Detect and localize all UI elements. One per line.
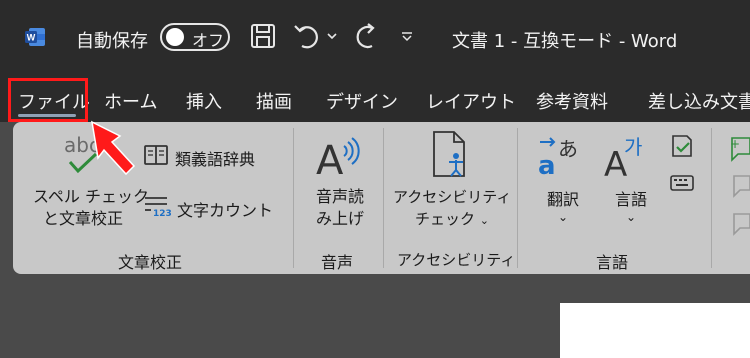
comment-icons: + [730, 137, 750, 236]
tab-references[interactable]: 参考資料 [536, 88, 608, 114]
translate-button[interactable]: 翻訳 ⌄ [540, 186, 586, 224]
svg-text:A: A [316, 138, 344, 180]
redo-icon[interactable] [352, 22, 382, 52]
svg-text:a: a [538, 151, 556, 180]
accessibility-group-label: アクセシビリティ [397, 251, 516, 269]
accessibility-label-2-row: チェック ⌄ [393, 208, 511, 232]
chevron-down-icon: ⌄ [479, 214, 489, 227]
svg-text:123: 123 [153, 209, 171, 218]
chevron-down-icon: ⌄ [625, 210, 637, 224]
svg-text:가: 가 [624, 135, 642, 159]
proofing-group-label: 文章校正 [118, 253, 183, 272]
tab-layout[interactable]: レイアウト [426, 88, 516, 114]
save-icon[interactable] [250, 22, 276, 50]
document-title: 文書 1 - 互換モード - Word [452, 31, 678, 52]
autosave-state: オフ [192, 31, 225, 50]
customize-quick-access-icon[interactable] [400, 30, 414, 44]
word-count-button[interactable]: 文字カウント [177, 197, 273, 221]
toggle-knob [166, 28, 184, 46]
thesaurus-button[interactable]: 類義語辞典 [175, 146, 255, 170]
svg-text:W: W [27, 33, 36, 43]
language-label: 言語 [614, 190, 647, 209]
group-separator [711, 128, 712, 268]
read-aloud-label-1: 音声読 [315, 187, 364, 206]
accessibility-checker-icon [433, 131, 465, 177]
group-separator [293, 128, 294, 268]
read-aloud-icon: A [316, 137, 360, 180]
word-count-icon: 123 [145, 197, 171, 218]
file-tab-highlight-box [8, 78, 88, 122]
autosave-label: 自動保存 [76, 31, 148, 52]
svg-text:+: + [730, 137, 740, 151]
chevron-down-icon: ⌄ [557, 210, 569, 224]
svg-text:あ: あ [558, 137, 578, 161]
autosave-toggle[interactable]: オフ [160, 23, 230, 51]
set-proofing-language-icon[interactable] [670, 134, 694, 160]
spell-check-label-2: と文章校正 [42, 209, 123, 228]
translate-icon: a あ [538, 137, 578, 180]
spell-check-label-1: スペル チェック [33, 187, 149, 206]
ribbon-tab-row: ファイル ホーム 挿入 描画 デザイン レイアウト 参考資料 差し込み文書 [0, 76, 750, 122]
language-group-label: 言語 [596, 253, 629, 272]
tab-home[interactable]: ホーム [104, 88, 157, 114]
read-aloud-label-2: み上げ [315, 209, 364, 228]
read-aloud-button[interactable]: 音声読 み上げ [312, 186, 368, 230]
keyboard-icon[interactable] [670, 174, 694, 192]
word-app-icon: W [25, 28, 45, 46]
tab-mailings[interactable]: 差し込み文書 [648, 88, 750, 114]
translate-label: 翻訳 [546, 190, 579, 209]
undo-dropdown-icon[interactable] [326, 32, 338, 42]
language-button[interactable]: 言語 ⌄ [608, 186, 654, 224]
group-separator [383, 128, 384, 268]
group-separator [517, 128, 518, 268]
red-pointer-arrow [91, 120, 136, 176]
thesaurus-book-icon [144, 145, 168, 165]
tab-design[interactable]: デザイン [326, 88, 398, 114]
speech-group-label: 音声 [321, 253, 354, 272]
spell-check-button[interactable]: スペル チェック と文章校正 [33, 186, 149, 230]
document-page[interactable] [560, 303, 750, 358]
accessibility-label-1: アクセシビリティ [393, 188, 512, 206]
language-icon: A 가 [604, 135, 642, 180]
accessibility-label-2: チェック [414, 210, 475, 228]
accessibility-check-button[interactable]: アクセシビリティ チェック ⌄ [393, 186, 511, 232]
tab-insert[interactable]: 挿入 [186, 88, 222, 114]
undo-icon[interactable] [292, 22, 322, 52]
tab-draw[interactable]: 描画 [256, 88, 292, 114]
